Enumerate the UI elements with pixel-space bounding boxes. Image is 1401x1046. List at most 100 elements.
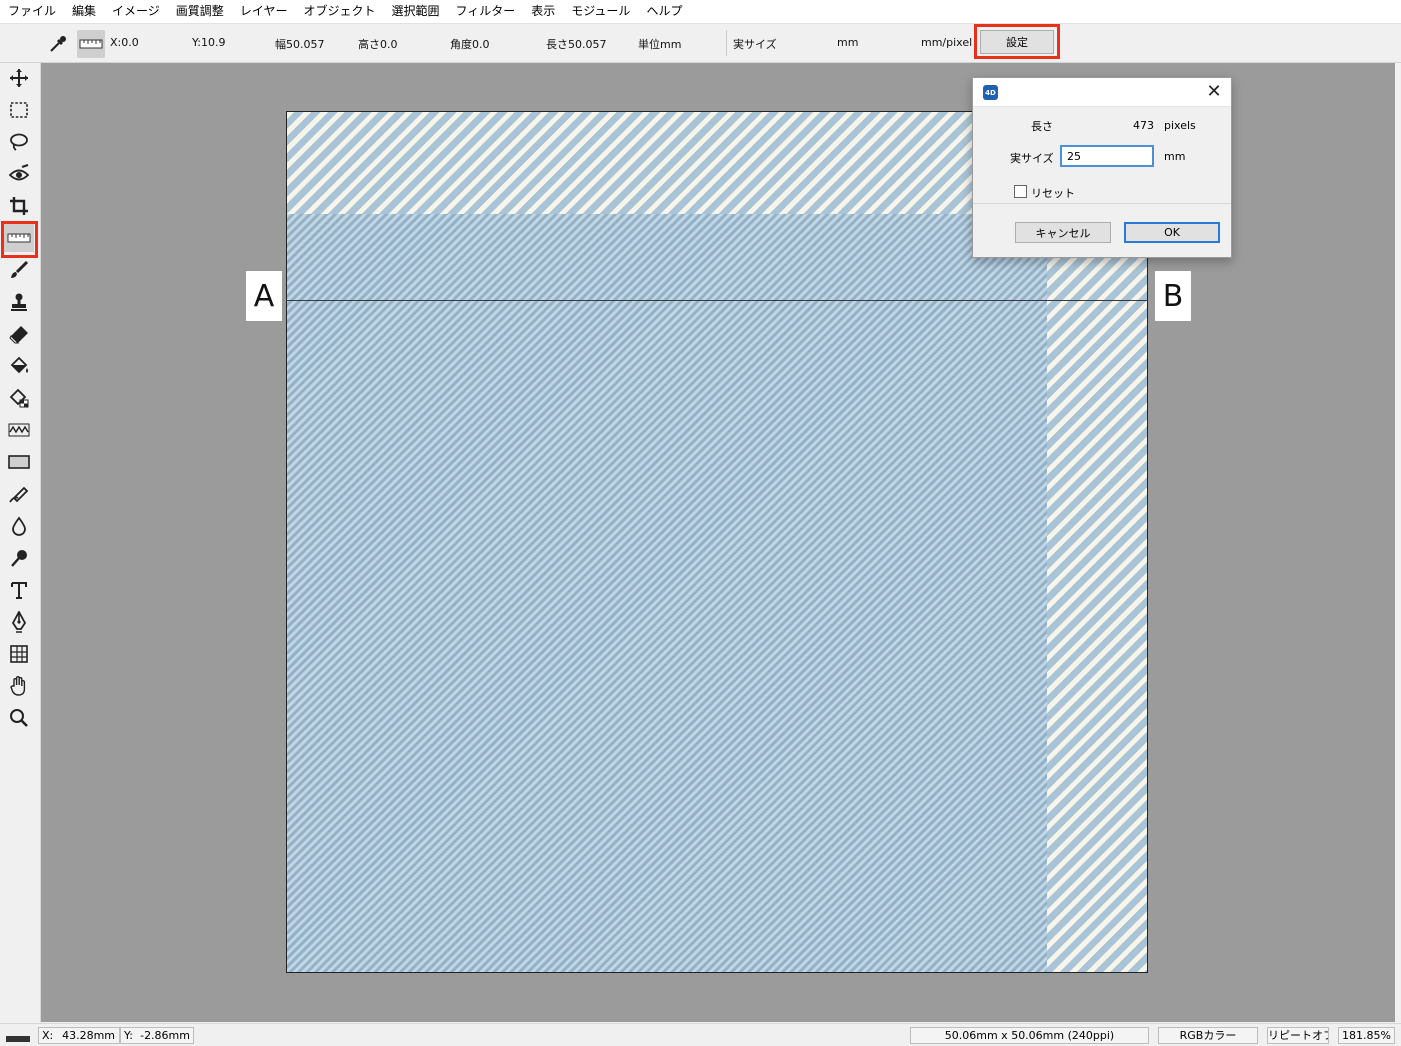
rectangle-shape-icon [8,455,30,469]
status-bar: X: 43.28mm Y: -2.86mm 50.06mm x 50.06mm … [0,1023,1401,1046]
lasso-icon [10,133,28,151]
dialog-titlebar[interactable]: 4D ✕ [973,78,1231,107]
wave-tool[interactable] [4,416,34,444]
menu-layer[interactable]: レイヤー [232,0,296,23]
point-a-label: A [246,271,282,321]
rect-select-tool[interactable] [4,96,34,124]
reset-checkbox[interactable] [1014,185,1027,198]
settings-button[interactable]: 設定 [980,30,1054,54]
wave-icon [8,423,30,437]
gradient-fill-icon [9,388,29,408]
rectangle-tool[interactable] [4,448,34,476]
real-size-unit: mm [1164,150,1186,163]
y-readout: Y:10.9 [192,36,226,49]
length-value: 473 [1133,119,1154,132]
ruler-icon [7,233,31,243]
pen-edit-icon [9,486,29,503]
eye-icon [8,164,30,181]
brush-tool[interactable] [4,256,34,284]
drop-tool[interactable] [4,512,34,540]
status-x: X: 43.28mm [38,1027,120,1044]
toolbox [0,63,41,1023]
pen-edit-tool[interactable] [4,480,34,508]
point-b-label: B [1155,271,1191,321]
menu-selection[interactable]: 選択範囲 [383,0,447,23]
lasso-tool[interactable] [4,128,34,156]
status-color-mode: RGBカラー [1158,1027,1258,1044]
ruler-tool[interactable] [4,224,34,252]
gradient-fill-tool[interactable] [4,384,34,412]
smudge-icon [11,550,27,567]
length-readout: 長さ50.057 [546,38,607,51]
move-icon [10,69,28,87]
menu-object[interactable]: オブジェクト [295,0,383,23]
stamp-icon [11,293,27,311]
menu-image[interactable]: イメージ [104,0,168,23]
x-readout: X:0.0 [110,36,139,49]
menu-adjust[interactable]: 画質調整 [168,0,232,23]
brush-icon [11,260,29,278]
zoom-tool[interactable] [4,704,34,732]
bucket-tool[interactable] [4,352,34,380]
ruler-status-icon [6,1036,30,1042]
transform-tool[interactable] [4,640,34,668]
pen-tool[interactable] [4,608,34,636]
height-readout: 高さ0.0 [358,38,398,51]
real-size-label: 実サイズ [733,38,777,51]
status-x-value: 43.28mm [62,1029,115,1042]
menu-module[interactable]: モジュール [563,0,638,23]
option-separator [726,30,727,56]
zoom-icon [10,709,28,727]
menu-file[interactable]: ファイル [0,0,64,23]
menu-view[interactable]: 表示 [523,0,563,23]
status-repeat: リピートオフ [1267,1027,1329,1044]
transform-icon [10,645,28,663]
bucket-icon [10,356,28,374]
real-size-input[interactable] [1060,145,1154,167]
ruler-settings-dialog: 4D ✕ 長さ 473 pixels 実サイズ mm リセット キャンセル OK [972,77,1232,258]
menu-help[interactable]: ヘルプ [638,0,690,23]
stamp-tool[interactable] [4,288,34,316]
eyedropper-icon[interactable] [44,30,72,58]
reset-label[interactable]: リセット [1031,185,1075,201]
status-zoom: 181.85% [1338,1027,1395,1044]
status-y-value: -2.86mm [140,1029,190,1042]
menu-filter[interactable]: フィルター [447,0,523,23]
status-y: Y: -2.86mm [120,1027,194,1044]
scale-unit: mm/pixel [921,36,973,49]
menu-bar: ファイル 編集 イメージ 画質調整 レイヤー オブジェクト 選択範囲 フィルター… [0,0,1401,24]
menu-edit[interactable]: 編集 [64,0,104,23]
rect-select-icon [10,102,28,118]
measure-line[interactable] [286,300,1148,301]
status-image-size: 50.06mm x 50.06mm (240ppi) [910,1027,1149,1044]
dialog-divider [973,203,1231,204]
pen-tool-icon [11,611,27,633]
ok-button[interactable]: OK [1124,222,1220,243]
ruler-mode-icon[interactable] [77,30,105,58]
crop-tool[interactable] [4,192,34,220]
text-tool[interactable] [4,576,34,604]
move-tool[interactable] [4,64,34,92]
crop-icon [10,197,28,215]
hand-tool[interactable] [4,672,34,700]
app-icon: 4D [983,85,998,100]
option-bar: X:0.0 Y:10.9 幅50.057 高さ0.0 角度0.0 長さ50.05… [0,24,1401,63]
eraser-tool[interactable] [4,320,34,348]
text-icon [11,582,27,599]
cancel-button[interactable]: キャンセル [1015,222,1111,243]
hand-icon [10,676,26,696]
eraser-icon [9,326,28,344]
drop-icon [12,516,26,536]
real-size-label: 実サイズ [1010,152,1054,165]
angle-readout: 角度0.0 [450,38,490,51]
width-readout: 幅50.057 [275,38,325,51]
status-x-label: X: [42,1029,54,1042]
real-size-unit: mm [837,36,859,49]
length-label: 長さ [1031,120,1053,133]
redeye-tool[interactable] [4,160,34,188]
smudge-tool[interactable] [4,544,34,572]
length-unit: pixels [1164,119,1196,132]
unit-readout: 単位mm [638,38,682,51]
status-y-label: Y: [124,1029,133,1042]
close-icon[interactable]: ✕ [1203,81,1225,103]
